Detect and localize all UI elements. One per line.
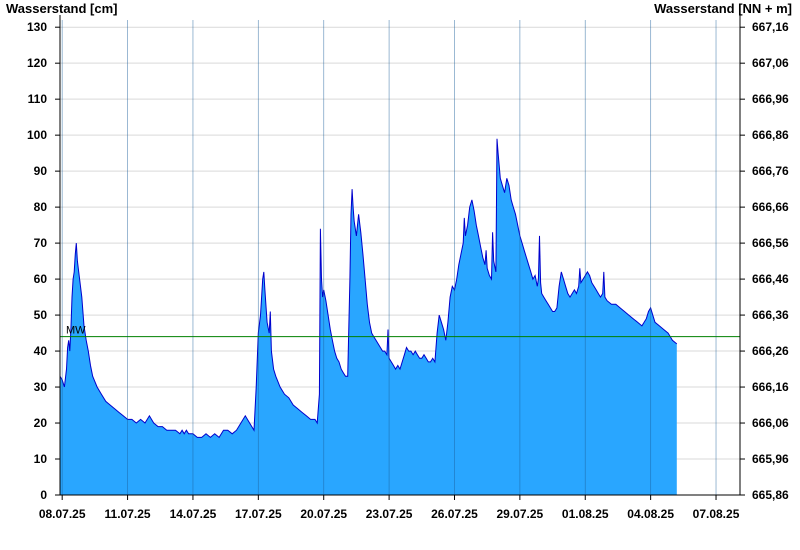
right-y-ticks: 665,86 665,96 666,06 666,16 666,26 666,36 666,… <box>740 20 789 502</box>
left-y-tick-label: 130 <box>27 20 47 34</box>
left-y-tick-label: 80 <box>34 200 48 214</box>
right-y-tick-label: 666,36 <box>752 308 789 322</box>
left-y-tick-label: 10 <box>34 452 48 466</box>
left-y-tick-label: 100 <box>27 128 47 142</box>
right-y-tick-label: 667,06 <box>752 56 789 70</box>
left-y-tick-label: 70 <box>34 236 48 250</box>
x-tick-label: 04.08.25 <box>627 507 674 521</box>
left-y-tick-label: 0 <box>40 488 47 502</box>
x-tick-label: 29.07.25 <box>497 507 544 521</box>
right-y-tick-label: 666,66 <box>752 200 789 214</box>
left-y-tick-label: 60 <box>34 272 48 286</box>
x-tick-label: 14.07.25 <box>170 507 217 521</box>
left-y-ticks: 0 10 20 30 40 50 60 70 80 90 100 110 120 130 <box>27 20 60 502</box>
right-y-tick-label: 666,06 <box>752 416 789 430</box>
right-y-tick-label: 666,86 <box>752 128 789 142</box>
left-y-tick-label: 50 <box>34 308 48 322</box>
x-tick-label: 20.07.25 <box>300 507 347 521</box>
x-tick-label: 07.08.25 <box>693 507 740 521</box>
x-tick-label: 01.08.25 <box>562 507 609 521</box>
x-ticks: 08.07.25 11.07.25 14.07.25 17.07.25 20.07.25… <box>39 495 740 521</box>
right-y-tick-label: 665,86 <box>752 488 789 502</box>
x-tick-label: 11.07.25 <box>105 507 151 521</box>
mw-label: MW <box>66 325 86 337</box>
water-level-chart: MW 0 10 20 30 40 50 60 70 80 90 100 110 120 130 665,8… <box>27 15 789 521</box>
left-y-tick-label: 120 <box>27 56 47 70</box>
right-y-tick-label: 666,46 <box>752 272 789 286</box>
right-y-tick-label: 666,56 <box>752 236 789 250</box>
left-y-tick-label: 40 <box>34 344 48 358</box>
x-tick-label: 08.07.25 <box>39 507 86 521</box>
x-tick-label: 17.07.25 <box>235 507 282 521</box>
right-y-tick-label: 667,16 <box>752 20 789 34</box>
left-y-tick-label: 110 <box>28 92 48 106</box>
right-y-tick-label: 666,76 <box>752 164 789 178</box>
left-y-tick-label: 30 <box>34 380 48 394</box>
right-y-tick-label: 665,96 <box>752 452 789 466</box>
x-tick-label: 26.07.25 <box>431 507 478 521</box>
left-y-tick-label: 20 <box>34 416 48 430</box>
right-y-tick-label: 666,96 <box>752 92 789 106</box>
left-y-tick-label: 90 <box>34 164 48 178</box>
right-y-tick-label: 666,16 <box>752 380 789 394</box>
right-y-tick-label: 666,26 <box>752 344 789 358</box>
x-tick-label: 23.07.25 <box>366 507 413 521</box>
